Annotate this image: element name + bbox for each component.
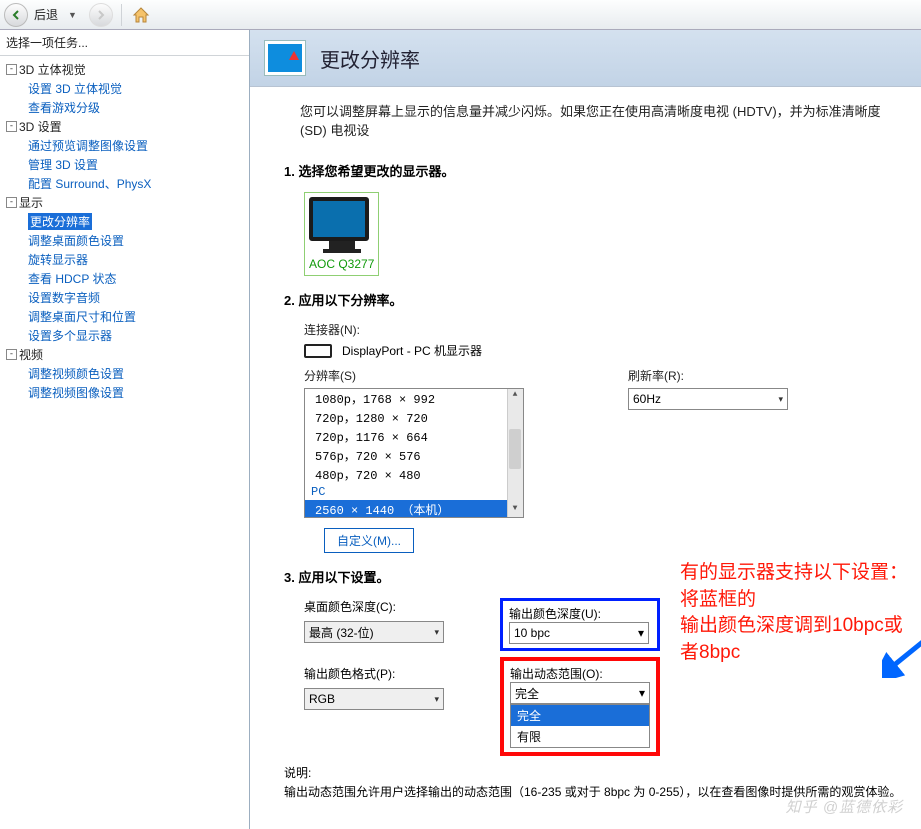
- red-highlight-frame: 输出动态范围(O): 完全▾ 完全 有限: [500, 657, 660, 756]
- back-history-dropdown[interactable]: ▼: [68, 10, 77, 20]
- output-format-select[interactable]: RGB▾: [304, 688, 444, 710]
- scroll-up-icon[interactable]: ▲: [509, 390, 521, 402]
- displayport-icon: [304, 344, 332, 358]
- chevron-down-icon: ▾: [639, 686, 645, 700]
- section1-title: 1. 选择您希望更改的显示器。: [284, 161, 921, 180]
- resolution-option[interactable]: 720p，1280 × 720: [305, 408, 523, 427]
- scroll-thumb[interactable]: [509, 429, 521, 469]
- resolution-group-pc: PC: [305, 484, 523, 500]
- page-title: 更改分辨率: [320, 44, 420, 73]
- back-label: 后退: [34, 6, 58, 23]
- collapse-icon[interactable]: -: [6, 64, 17, 75]
- watermark: 知乎 @蓝德依彩: [786, 796, 903, 817]
- resolution-option[interactable]: 720p，1176 × 664: [305, 427, 523, 446]
- explain-section: 说明: 输出动态范围允许用户选择输出的动态范围（16-235 或对于 8bpc …: [284, 764, 921, 800]
- collapse-icon[interactable]: -: [6, 121, 17, 132]
- display-icon: [264, 40, 306, 76]
- refresh-rate-value: 60Hz: [633, 392, 661, 406]
- resolution-option[interactable]: 1080p，1768 × 992: [305, 389, 523, 408]
- scroll-down-icon[interactable]: ▼: [509, 504, 521, 516]
- content-panel: 更改分辨率 您可以调整屏幕上显示的信息量并减少闪烁。如果您正在使用高清晰度电视 …: [250, 30, 921, 829]
- tree-group-label: 显示: [19, 194, 43, 211]
- tree-item[interactable]: 配置 Surround、PhysX: [28, 175, 151, 192]
- scrollbar[interactable]: ▲ ▼: [507, 389, 523, 517]
- tree-group-label: 3D 立体视觉: [19, 61, 86, 78]
- tree-item[interactable]: 调整视频颜色设置: [28, 365, 124, 382]
- explain-label: 说明:: [284, 764, 921, 781]
- output-range-label: 输出动态范围(O):: [510, 665, 650, 682]
- output-depth-select[interactable]: 10 bpc▾: [509, 622, 649, 644]
- output-format-label: 输出颜色格式(P):: [304, 665, 444, 682]
- tree-item[interactable]: 旋转显示器: [28, 251, 88, 268]
- refresh-rate-select[interactable]: 60Hz ▾: [628, 388, 788, 410]
- tree-item[interactable]: 设置多个显示器: [28, 327, 112, 344]
- tree-item[interactable]: 调整视频图像设置: [28, 384, 124, 401]
- settings-tree: -3D 立体视觉 设置 3D 立体视觉 查看游戏分级 -3D 设置 通过预览调整…: [0, 56, 249, 829]
- tree-group-label: 3D 设置: [19, 118, 62, 135]
- monitor-icon: [309, 197, 369, 241]
- range-option-limited[interactable]: 有限: [511, 726, 649, 747]
- customize-button[interactable]: 自定义(M)...: [324, 528, 414, 553]
- task-header: 选择一项任务...: [0, 30, 249, 56]
- page-description: 您可以调整屏幕上显示的信息量并减少闪烁。如果您正在使用高清晰度电视 (HDTV)…: [250, 87, 921, 147]
- desktop-depth-select[interactable]: 最高 (32-位)▾: [304, 621, 444, 643]
- tree-item[interactable]: 通过预览调整图像设置: [28, 137, 148, 154]
- output-depth-label: 输出颜色深度(U):: [509, 605, 651, 622]
- output-range-dropdown[interactable]: 完全 有限: [510, 704, 650, 748]
- tree-item[interactable]: 设置数字音频: [28, 289, 100, 306]
- chevron-down-icon: ▾: [434, 627, 439, 638]
- annotation-arrow-icon: [882, 632, 921, 678]
- chevron-down-icon: ▾: [778, 394, 783, 405]
- separator: [121, 4, 122, 26]
- refresh-label: 刷新率(R):: [628, 367, 788, 384]
- range-option-full[interactable]: 完全: [511, 705, 649, 726]
- tree-item[interactable]: 管理 3D 设置: [28, 156, 98, 173]
- tree-item[interactable]: 查看游戏分级: [28, 99, 100, 116]
- section2-title: 2. 应用以下分辨率。: [284, 290, 921, 309]
- desktop-depth-label: 桌面颜色深度(C):: [304, 598, 444, 615]
- resolution-option[interactable]: 576p，720 × 576: [305, 446, 523, 465]
- output-range-select[interactable]: 完全▾: [510, 682, 650, 704]
- sidebar: 选择一项任务... -3D 立体视觉 设置 3D 立体视觉 查看游戏分级 -3D…: [0, 30, 250, 829]
- chevron-down-icon: ▾: [638, 626, 644, 640]
- tree-item[interactable]: 设置 3D 立体视觉: [28, 80, 122, 97]
- back-button[interactable]: [4, 3, 28, 27]
- connector-value: DisplayPort - PC 机显示器: [342, 342, 482, 359]
- tree-group-label: 视频: [19, 346, 43, 363]
- home-button[interactable]: [130, 4, 152, 26]
- resolution-label: 分辨率(S): [304, 367, 524, 384]
- tree-item-change-resolution[interactable]: 更改分辨率: [28, 213, 92, 230]
- blue-highlight-frame: 输出颜色深度(U): 10 bpc▾: [500, 598, 660, 651]
- toolbar: 后退 ▼: [0, 0, 921, 30]
- tree-item[interactable]: 调整桌面颜色设置: [28, 232, 124, 249]
- resolution-listbox[interactable]: 1080p，1768 × 992 720p，1280 × 720 720p，11…: [304, 388, 524, 518]
- connector-label: 连接器(N):: [304, 321, 921, 338]
- forward-button: [89, 3, 113, 27]
- monitor-tile[interactable]: AOC Q3277: [304, 192, 379, 276]
- tree-item[interactable]: 调整桌面尺寸和位置: [28, 308, 136, 325]
- collapse-icon[interactable]: -: [6, 197, 17, 208]
- resolution-option[interactable]: 480p，720 × 480: [305, 465, 523, 484]
- chevron-down-icon: ▾: [434, 694, 439, 705]
- monitor-label: AOC Q3277: [309, 257, 374, 271]
- tree-item[interactable]: 查看 HDCP 状态: [28, 270, 116, 287]
- collapse-icon[interactable]: -: [6, 349, 17, 360]
- resolution-option-selected[interactable]: 2560 × 1440 （本机）: [305, 500, 523, 517]
- page-header: 更改分辨率: [250, 30, 921, 87]
